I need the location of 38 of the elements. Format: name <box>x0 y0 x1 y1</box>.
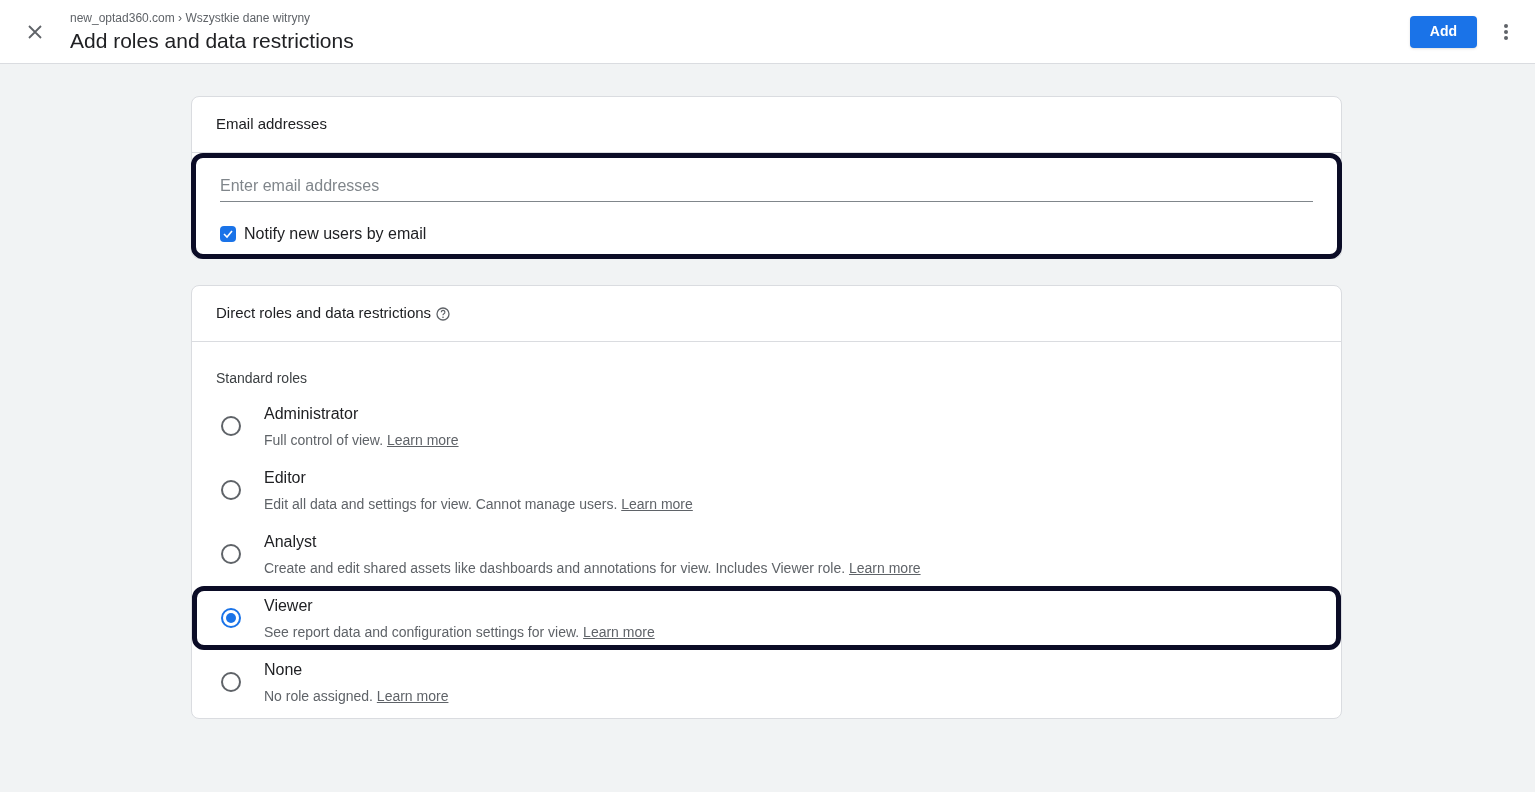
role-radio[interactable] <box>220 608 241 628</box>
add-button[interactable]: Add <box>1409 15 1477 48</box>
email-input-field[interactable]: Enter email addresses <box>220 170 1313 202</box>
card-title: Direct roles and data restrictions <box>216 303 432 324</box>
learn-more-link[interactable]: Learn more <box>621 495 693 512</box>
role-description: Full control of view. Learn more <box>264 430 459 450</box>
role-option[interactable]: Viewer See report data and configuration settings for view. Learn more <box>192 586 1341 650</box>
role-option[interactable]: Administrator Full control of view. Learn more <box>192 394 1341 458</box>
role-radio[interactable] <box>220 672 241 692</box>
role-description: See report data and configuration settings for view. Learn more <box>264 622 655 642</box>
learn-more-link[interactable]: Learn more <box>376 687 449 704</box>
close-icon <box>27 23 43 40</box>
role-description: Edit all data and settings for view. Cannot manage users. Learn more <box>264 494 693 514</box>
role-option[interactable]: None No role assigned. Learn more <box>192 650 1341 714</box>
role-description: Create and edit shared assets like dashboards and annotations for view. Includes Viewer role. Learn more <box>264 558 921 578</box>
learn-more-link[interactable]: Learn more <box>583 623 655 640</box>
role-radio[interactable] <box>220 544 241 564</box>
role-name: Administrator <box>264 403 360 424</box>
role-name: Viewer <box>264 595 314 616</box>
notify-checkbox[interactable] <box>220 226 236 242</box>
learn-more-link[interactable]: Learn more <box>849 559 921 576</box>
card-title: Email addresses <box>216 114 327 135</box>
page-title: Add roles and data restrictions <box>70 27 355 54</box>
section-label: Standard roles <box>216 370 308 386</box>
role-name: None <box>264 659 304 680</box>
breadcrumb: new_optad360.com › Wszystkie dane witryny <box>70 9 312 27</box>
role-radio[interactable] <box>220 480 241 500</box>
learn-more-link[interactable]: Learn more <box>386 431 459 448</box>
more-vertical-icon <box>1504 23 1508 40</box>
role-name: Analyst <box>264 531 318 552</box>
checkbox-label: Notify new users by email <box>244 224 427 244</box>
role-name: Editor <box>264 467 307 488</box>
role-option[interactable]: Analyst Create and edit shared assets like dashboards and annotations for view. Includes Viewer role. Learn more <box>192 522 1341 586</box>
role-description: No role assigned. Learn more <box>264 686 449 706</box>
role-option[interactable]: Editor Edit all data and settings for view. Cannot manage users. Learn more <box>192 458 1341 522</box>
check-icon <box>222 228 234 240</box>
help-icon[interactable] <box>435 305 452 322</box>
role-radio[interactable] <box>220 416 241 436</box>
